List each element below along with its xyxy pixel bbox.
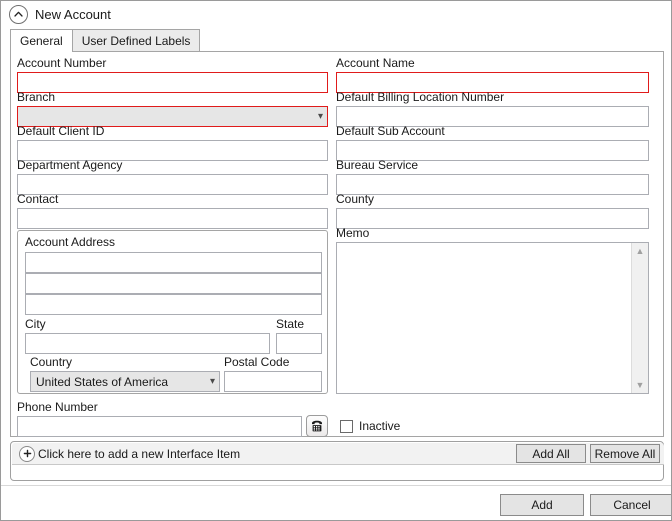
- chevron-up-circle-icon[interactable]: [9, 4, 28, 24]
- tab-general-label: General: [20, 34, 63, 48]
- telephone-icon[interactable]: [306, 415, 328, 437]
- cancel-button[interactable]: Cancel: [590, 494, 671, 516]
- field-account-name: Account Name: [336, 56, 649, 93]
- city-input[interactable]: [25, 333, 270, 354]
- county-label: County: [336, 192, 375, 206]
- field-default-billing-location-number: Default Billing Location Number: [336, 90, 649, 127]
- general-tab-panel: Account Number Branch ▾ Default Client I…: [10, 52, 664, 437]
- default-billing-location-number-label: Default Billing Location Number: [336, 90, 505, 104]
- dialog-footer: Add Cancel: [1, 485, 671, 520]
- field-branch: Branch ▾: [17, 90, 328, 127]
- remove-all-button-label: Remove All: [594, 446, 656, 461]
- interface-item-add-row[interactable]: Click here to add a new Interface Item A…: [12, 443, 664, 465]
- account-address-group: Account Address City State Country Unite…: [17, 230, 328, 394]
- country-label: Country: [30, 355, 73, 369]
- postal-code-label: Postal Code: [224, 355, 290, 369]
- chevron-down-icon: ▾: [317, 110, 323, 122]
- address-line-2-input[interactable]: [25, 273, 322, 294]
- field-account-number: Account Number: [17, 56, 328, 93]
- account-name-label: Account Name: [336, 56, 415, 70]
- add-button-label: Add: [531, 498, 553, 512]
- field-default-sub-account: Default Sub Account: [336, 124, 649, 161]
- memo-field: ▲ ▼: [336, 242, 649, 394]
- tab-strip: General User Defined Labels: [10, 29, 664, 52]
- page-title: New Account: [35, 6, 111, 22]
- contact-input[interactable]: [17, 208, 328, 229]
- tab-general[interactable]: General: [10, 29, 73, 52]
- department-agency-label: Department Agency: [17, 158, 123, 172]
- state-input[interactable]: [276, 333, 322, 354]
- field-county: County: [336, 192, 649, 229]
- tab-user-defined-labels-label: User Defined Labels: [81, 33, 191, 48]
- bureau-service-label: Bureau Service: [336, 158, 419, 172]
- remove-all-button[interactable]: Remove All: [590, 444, 660, 463]
- default-client-id-label: Default Client ID: [17, 124, 105, 138]
- phone-number-input[interactable]: [17, 416, 302, 437]
- account-number-label: Account Number: [17, 56, 107, 70]
- branch-label: Branch: [17, 90, 56, 104]
- memo-label: Memo: [336, 226, 370, 240]
- country-combobox[interactable]: United States of America ▾: [30, 371, 220, 392]
- chevron-up-icon[interactable]: ▲: [636, 243, 645, 259]
- interface-item-list: Click here to add a new Interface Item A…: [10, 441, 664, 481]
- default-sub-account-label: Default Sub Account: [336, 124, 445, 138]
- add-all-button-label: Add All: [532, 446, 570, 461]
- field-bureau-service: Bureau Service: [336, 158, 649, 195]
- inactive-checkbox[interactable]: Inactive: [340, 419, 400, 433]
- chevron-down-icon: ▾: [209, 375, 215, 387]
- field-department-agency: Department Agency: [17, 158, 328, 195]
- inactive-checkbox-label: Inactive: [359, 419, 401, 433]
- tab-user-defined-labels[interactable]: User Defined Labels: [71, 29, 201, 51]
- chevron-down-icon[interactable]: ▼: [636, 377, 645, 393]
- add-all-button[interactable]: Add All: [516, 444, 586, 463]
- interface-item-add-row-label: Click here to add a new Interface Item: [38, 446, 241, 461]
- new-account-dialog: New Account General User Defined Labels …: [0, 0, 672, 521]
- field-default-client-id: Default Client ID: [17, 124, 328, 161]
- state-label: State: [276, 317, 305, 331]
- dialog-titlebar: New Account: [1, 1, 671, 27]
- account-address-group-title: Account Address: [25, 235, 116, 249]
- country-selected-value: United States of America: [36, 374, 169, 389]
- city-label: City: [25, 317, 46, 331]
- postal-code-input[interactable]: [224, 371, 322, 392]
- county-input[interactable]: [336, 208, 649, 229]
- address-line-1-input[interactable]: [25, 252, 322, 273]
- field-contact: Contact: [17, 192, 328, 229]
- contact-label: Contact: [17, 192, 59, 206]
- add-button[interactable]: Add: [500, 494, 584, 516]
- memo-scrollbar[interactable]: ▲ ▼: [631, 243, 648, 393]
- checkbox-box-icon: [340, 419, 353, 433]
- plus-circle-icon[interactable]: [19, 445, 35, 462]
- phone-number-label: Phone Number: [17, 400, 98, 414]
- address-line-3-input[interactable]: [25, 294, 322, 315]
- memo-textarea[interactable]: [337, 243, 631, 393]
- cancel-button-label: Cancel: [613, 498, 651, 512]
